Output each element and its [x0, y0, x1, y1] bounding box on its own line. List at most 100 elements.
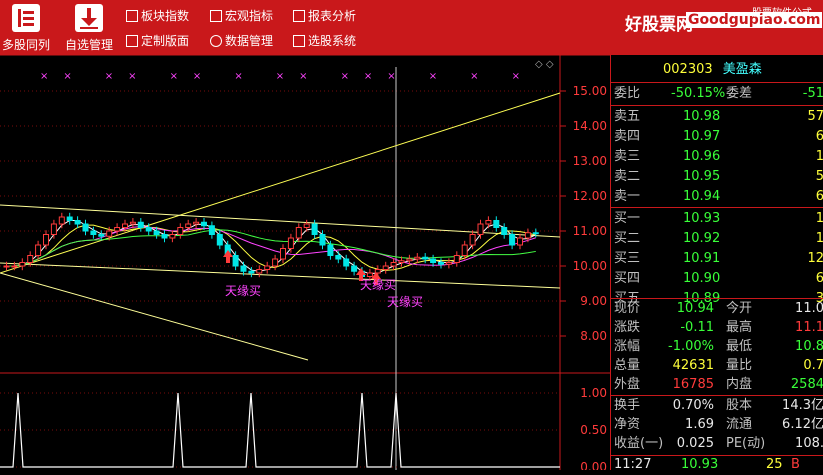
candle-body [438, 262, 444, 265]
bid-row: 买一 10.93 1 [611, 209, 823, 229]
tick-time: 11:27 [614, 457, 652, 472]
candle-body [114, 227, 121, 232]
buy-label: 天缘买 [387, 295, 423, 309]
site-logo: 好股票网 Goodgupiao.com 股票软件公式 [620, 4, 823, 52]
indicator-tick-label: 1.00 [580, 386, 607, 400]
stat-label: 今开 [726, 301, 753, 316]
ask-label: 卖五 [614, 109, 641, 124]
candle-body [335, 255, 342, 260]
price-tick-label: 10.00 [573, 259, 607, 273]
list-icon [12, 4, 40, 32]
stat-row: 涨跌 -0.11 最高 11.1 [611, 318, 823, 338]
kline-chart-svg[interactable]: 15.00 14.00 13.00 12.00 11.00 10.00 9.00 8.00 ×… [0, 54, 610, 474]
candle-body [493, 220, 500, 228]
candle-body [477, 223, 484, 235]
sector-index-button[interactable]: 板块指数 [126, 7, 189, 25]
candle-body [327, 244, 334, 256]
ask-volume: 6 [815, 189, 823, 204]
stat-value: 11.0 [795, 301, 823, 316]
ask-price: 10.98 [683, 109, 721, 124]
bid-price: 10.92 [683, 231, 721, 246]
stock-header[interactable]: 002303 美盈森 [663, 60, 762, 80]
stat-value: 10.94 [676, 301, 714, 316]
stat-label: 量比 [726, 358, 753, 373]
ask-row: 卖三 10.96 1 [611, 147, 823, 167]
bid-row: 买二 10.92 1 [611, 229, 823, 249]
candle-body [303, 223, 310, 228]
candle-body [185, 223, 192, 228]
buy-signal-2: 天缘买 天缘买 [356, 268, 423, 309]
candle-body [193, 221, 200, 225]
candle-body [98, 234, 105, 237]
stock-picker-button[interactable]: 选股系统 [293, 32, 356, 50]
fundamental-value: 6.12亿 [782, 417, 823, 432]
stock-picker-label: 选股系统 [308, 34, 357, 48]
buy-arrow-icon [223, 250, 233, 263]
ask-price: 10.94 [683, 189, 721, 204]
candle-body [461, 244, 468, 256]
candle-body [469, 234, 476, 246]
candle-body [169, 234, 176, 239]
candle-body [343, 258, 350, 267]
ask-volume: 1 [815, 149, 823, 164]
ask-volume: 57 [807, 109, 823, 124]
candle-body [517, 237, 523, 246]
data-mgmt-button[interactable]: 数据管理 [210, 32, 273, 50]
fundamental-label: 流通 [726, 417, 753, 432]
stat-value: 42631 [672, 358, 714, 373]
bid-label: 买四 [614, 271, 641, 286]
bid-volume: 12 [807, 251, 823, 266]
custom-layout-button[interactable]: 定制版面 [126, 32, 189, 50]
stat-label: 涨跌 [614, 320, 641, 335]
candle-body [82, 223, 89, 232]
watchlist-button[interactable]: 自选管理 [62, 0, 116, 55]
bid-price: 10.91 [683, 251, 721, 266]
candle-body [445, 262, 452, 265]
candle-body [485, 220, 492, 225]
candle-body [264, 265, 271, 270]
tick-volume: 25 [766, 457, 783, 472]
fundamental-label: 净资 [614, 417, 641, 432]
stat-label: 总量 [614, 358, 641, 373]
fundamental-label: 股本 [726, 398, 753, 413]
macro-button[interactable]: 宏观指标 [210, 7, 273, 25]
gear-icon [210, 35, 222, 47]
diamond-icon[interactable]: ◇ ◇ [535, 59, 554, 70]
weicha-value: -51 [802, 86, 823, 101]
candle-body [524, 232, 531, 239]
report-button[interactable]: 报表分析 [293, 7, 356, 25]
ask-label: 卖二 [614, 169, 641, 184]
fundamental-row: 净资 1.69 流通 6.12亿 [611, 415, 823, 435]
candle-body [3, 265, 10, 268]
stat-row: 总量 42631 量比 0.7 [611, 356, 823, 376]
report-label: 报表分析 [308, 9, 357, 23]
stock-code: 002303 [663, 62, 713, 77]
ask-volume: 6 [815, 129, 823, 144]
stat-label: 涨幅 [614, 339, 641, 354]
stat-label: 最高 [726, 320, 753, 335]
fundamental-label: PE(动) [726, 436, 766, 451]
candle-body [532, 232, 539, 235]
candle-body [74, 220, 81, 225]
bid-volume: 1 [815, 211, 823, 226]
weibi-label: 委比 [614, 86, 641, 101]
watchlist-label: 自选管理 [64, 38, 113, 52]
logo-tagline: 股票软件公式 [752, 8, 812, 19]
buy-label: 天缘买 [360, 278, 396, 292]
data-mgmt-label: 数据管理 [225, 34, 274, 48]
indicator-grid: 1.00 0.50 0.00 [0, 386, 607, 474]
fundamental-value: 1.69 [685, 417, 714, 432]
trendline-up [0, 92, 561, 274]
multi-stock-button[interactable]: 多股同列 [0, 0, 52, 55]
picker-icon [293, 35, 305, 47]
kline-chart[interactable]: 15.00 14.00 13.00 12.00 11.00 10.00 9.00 8.00 ×… [0, 54, 610, 474]
candle-body [58, 216, 65, 225]
candlesticks [3, 212, 539, 281]
table-icon [293, 10, 305, 22]
logo-brand: 好股票网 [625, 15, 693, 35]
stat-label: 现价 [614, 301, 641, 316]
candle-body [208, 225, 215, 235]
stat-value: 0.7 [803, 358, 823, 373]
bid-label: 买三 [614, 251, 641, 266]
candle-body [50, 223, 57, 235]
